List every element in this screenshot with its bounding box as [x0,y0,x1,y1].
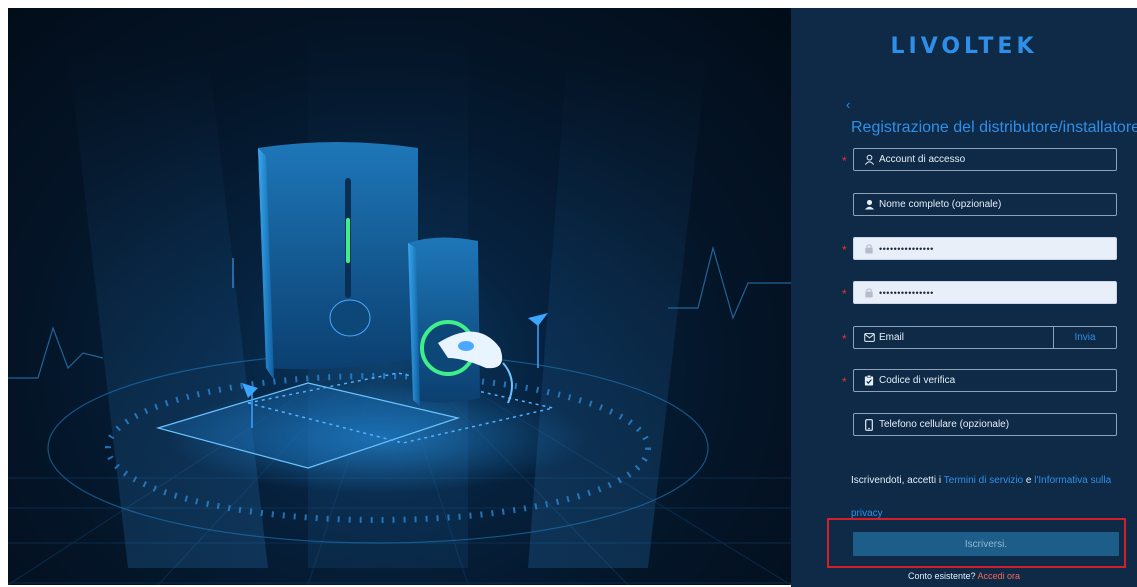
hero-illustration [8,8,791,585]
required-marker: * [842,375,847,389]
login-prompt: Conto esistente? Accedi ora [791,571,1137,581]
mobile-phone-icon [863,418,875,431]
chevron-left-icon[interactable]: ‹ [846,97,850,112]
terms-of-service-link[interactable]: Termini di servizio [944,475,1023,486]
lock-icon [863,243,875,255]
verification-code-input[interactable]: Codice di verifica [853,369,1117,392]
page-title: Registrazione del distributore/installat… [851,119,1137,136]
required-marker: * [842,332,847,346]
phone-input[interactable]: Telefono cellulare (opzionale) [853,413,1117,436]
password-input[interactable]: ••••••••••••••• [853,237,1117,260]
phone-placeholder: Telefono cellulare (opzionale) [879,419,1010,430]
terms-and: e [1023,475,1035,486]
livoltek-logo: LIVOLTEK [890,34,1038,59]
required-marker: * [842,243,847,257]
mail-icon [863,332,875,344]
account-placeholder: Account di accesso [879,154,966,165]
password-value: ••••••••••••••• [879,243,934,254]
login-prompt-text: Conto esistente? [907,571,978,581]
register-button[interactable]: Iscriversi. [853,532,1119,556]
lock-icon [863,287,875,299]
verification-code-placeholder: Codice di verifica [879,375,956,386]
clipboard-check-icon [863,375,875,387]
email-input[interactable]: Email Invia [853,326,1117,349]
user-solid-icon [863,199,875,211]
full-name-placeholder: Nome completo (opzionale) [879,199,1002,210]
user-outline-icon [863,154,875,166]
login-link[interactable]: Accedi ora [978,571,1021,581]
email-placeholder: Email [879,332,905,343]
full-name-input[interactable]: Nome completo (opzionale) [853,193,1117,216]
required-marker: * [842,154,847,168]
confirm-password-value: ••••••••••••••• [879,287,934,298]
charger-illustration [8,8,791,585]
send-code-button[interactable]: Invia [1053,327,1116,348]
required-marker: * [842,287,847,301]
terms-prefix: Iscrivendoti, accetti i [851,475,944,486]
confirm-password-input[interactable]: ••••••••••••••• [853,281,1117,304]
account-input[interactable]: Account di accesso [853,148,1117,171]
registration-panel: LIVOLTEK ‹ Registrazione del distributor… [791,8,1137,587]
